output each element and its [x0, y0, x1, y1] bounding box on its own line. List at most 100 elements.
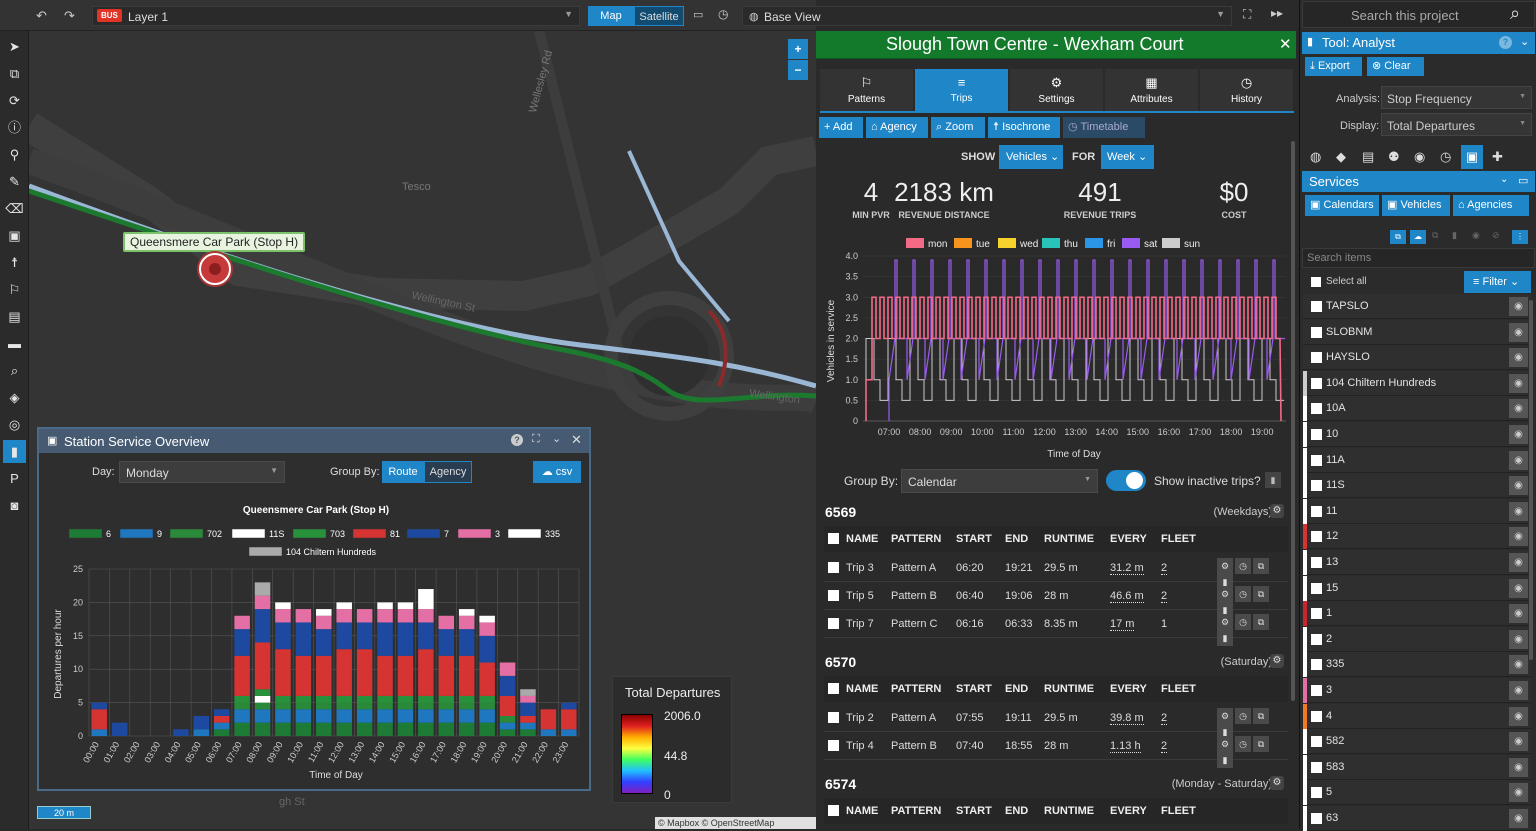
zoom-out-button[interactable]: −	[788, 60, 808, 80]
items-search[interactable]: Search items	[1302, 248, 1535, 268]
service-item[interactable]: 12 ◉	[1303, 524, 1531, 550]
inactive-toggle[interactable]	[1106, 470, 1146, 491]
row-checkbox[interactable]	[828, 740, 839, 754]
header-checkbox[interactable]	[828, 805, 839, 819]
eye-icon[interactable]: ◉	[1509, 450, 1528, 470]
info-icon[interactable]: ⓘ	[3, 116, 26, 139]
eye-icon[interactable]: ◉	[1509, 655, 1528, 675]
clock-icon[interactable]: ◷	[1235, 614, 1251, 630]
clock-icon[interactable]: ◷	[1235, 708, 1251, 724]
eraser-icon[interactable]: ⌫	[3, 197, 26, 220]
target-icon[interactable]: ◎	[3, 413, 26, 436]
column-header[interactable]: START	[956, 683, 992, 695]
eye-icon[interactable]: ◉	[1509, 425, 1528, 444]
column-header[interactable]: PATTERN	[891, 533, 941, 545]
zoom-button[interactable]: ⌕ Zoom	[931, 117, 985, 138]
trash-icon[interactable]: ▮	[1452, 230, 1457, 241]
tab-trips[interactable]: ≡ Trips	[915, 69, 1008, 111]
undo-icon[interactable]: ↶	[36, 8, 47, 24]
clock-icon[interactable]: ◷	[718, 7, 728, 21]
collapse-icon[interactable]: ⌄	[552, 432, 561, 445]
column-header[interactable]: RUNTIME	[1044, 533, 1094, 545]
eye-icon[interactable]: ◉	[1509, 809, 1528, 828]
header-checkbox[interactable]	[828, 533, 839, 547]
help-icon[interactable]: ?	[1499, 36, 1512, 49]
calendars-button[interactable]: ▣ Calendars	[1305, 195, 1379, 216]
eye-icon[interactable]: ◉	[1509, 348, 1528, 368]
mid-scrollbar[interactable]	[1291, 141, 1295, 701]
column-header[interactable]: END	[1005, 533, 1028, 545]
service-item[interactable]: 335 ◉	[1303, 652, 1531, 678]
item-checkbox[interactable]	[1311, 787, 1322, 799]
eye-icon[interactable]: ◉	[1414, 149, 1425, 165]
service-item[interactable]: 13 ◉	[1303, 550, 1531, 575]
fullscreen-icon[interactable]: ⛶	[1243, 7, 1251, 22]
bus-icon[interactable]: ▣	[3, 224, 26, 247]
item-checkbox[interactable]	[1311, 454, 1322, 466]
expand-icon[interactable]: ⛶	[532, 433, 540, 446]
service-item[interactable]: TAPSLO ◉	[1303, 294, 1531, 319]
item-checkbox[interactable]	[1311, 377, 1322, 389]
column-header[interactable]: END	[1005, 683, 1028, 695]
trip-every[interactable]: 46.6 m	[1110, 590, 1144, 603]
project-search[interactable]: Search this project ⌕	[1302, 1, 1535, 28]
chevron-down-icon[interactable]: ⌄	[1500, 174, 1508, 185]
trip-every[interactable]: 17 m	[1110, 618, 1135, 631]
column-header[interactable]: NAME	[846, 533, 878, 545]
trip-fleet[interactable]: 2	[1161, 712, 1168, 725]
users-icon[interactable]: ⚉	[1388, 149, 1400, 165]
close-icon[interactable]: ✕	[571, 432, 582, 448]
copy-icon[interactable]: ⧉	[1253, 614, 1269, 630]
eye-icon[interactable]: ◉	[1509, 783, 1528, 803]
group-select[interactable]: Calendar ▼	[901, 469, 1098, 493]
agencies-button[interactable]: ⌂ Agencies	[1453, 195, 1529, 216]
clock-icon[interactable]: ◷	[1235, 558, 1251, 574]
history-icon[interactable]: ◷	[1440, 149, 1451, 165]
trip-fleet[interactable]: 1	[1161, 618, 1167, 630]
service-item[interactable]: 5 ◉	[1303, 780, 1531, 806]
copy-icon[interactable]: ⧉	[3, 62, 26, 85]
trash-icon[interactable]: ▮	[1265, 472, 1281, 488]
timetable-button[interactable]: ◷ Timetable	[1063, 117, 1145, 138]
filter-button[interactable]: ≡ Filter ⌄	[1464, 271, 1531, 293]
column-header[interactable]: PATTERN	[891, 805, 941, 817]
item-checkbox[interactable]	[1311, 429, 1322, 440]
export-button[interactable]: ⤓ Export	[1305, 57, 1362, 76]
eye-icon[interactable]: ◉	[1509, 476, 1528, 496]
layer-select[interactable]: BUS Layer 1 ▼	[92, 6, 580, 26]
item-checkbox[interactable]	[1311, 659, 1322, 671]
analyst-chart-icon[interactable]: ▮	[3, 440, 26, 463]
column-header[interactable]: NAME	[846, 683, 878, 695]
service-item[interactable]: 63 ◉	[1303, 806, 1531, 831]
column-header[interactable]: RUNTIME	[1044, 805, 1094, 817]
trip-every[interactable]: 31.2 m	[1110, 562, 1144, 575]
column-header[interactable]: FLEET	[1161, 533, 1196, 545]
copy-icon[interactable]: ⧉	[1253, 708, 1269, 724]
item-checkbox[interactable]	[1311, 326, 1322, 338]
gear-icon[interactable]: ⚙	[1217, 558, 1233, 574]
eye-icon[interactable]: ◉	[1509, 527, 1528, 547]
column-header[interactable]: START	[956, 533, 992, 545]
row-checkbox[interactable]	[828, 562, 839, 576]
add-button[interactable]: + Add	[819, 117, 863, 138]
close-icon[interactable]: ✕	[1279, 35, 1292, 53]
trash-icon[interactable]: ▮	[1217, 630, 1233, 646]
person-icon[interactable]: ☨	[3, 251, 26, 274]
day-select[interactable]: Monday ▼	[119, 461, 285, 483]
item-checkbox[interactable]	[1311, 505, 1322, 517]
eye-icon[interactable]: ◉	[1509, 501, 1528, 521]
column-header[interactable]: START	[956, 805, 992, 817]
tab-attributes[interactable]: ▦ Attributes	[1105, 69, 1198, 111]
ruler-icon[interactable]: ▬	[3, 332, 26, 355]
bus-icon[interactable]: ▣	[1461, 145, 1483, 169]
trip-row[interactable]: Trip 5 Pattern B 06:40 19:06 28 m 46.6 m 2 ⚙ ◷ ⧉▮	[824, 582, 1288, 618]
parking-icon[interactable]: P	[3, 467, 26, 490]
copy-icon[interactable]: ⧉	[1253, 736, 1269, 752]
service-item[interactable]: SLOBNM ◉	[1303, 319, 1531, 345]
camera-icon[interactable]: ◙	[3, 494, 26, 517]
service-item[interactable]: 583 ◉	[1303, 754, 1531, 780]
trip-fleet[interactable]: 2	[1161, 562, 1168, 575]
gear-icon[interactable]: ⚙	[1217, 614, 1233, 630]
service-item[interactable]: HAYSLO ◉	[1303, 345, 1531, 371]
walk-icon[interactable]: ⚐	[3, 278, 26, 301]
